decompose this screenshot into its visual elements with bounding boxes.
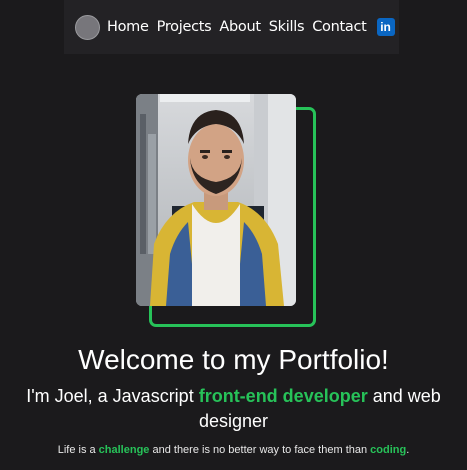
tagline: Life is a challenge and there is no bett… [0, 442, 467, 458]
avatar[interactable] [75, 14, 100, 40]
nav-link-home[interactable]: Home [107, 19, 149, 35]
nav-link-projects[interactable]: Projects [157, 19, 212, 35]
intro-prefix: I'm Joel, a Javascript [26, 386, 199, 406]
intro-text: I'm Joel, a Javascript front-end develop… [0, 384, 467, 434]
navbar: Home Projects About Skills Contact in [64, 0, 399, 54]
nav-link-skills[interactable]: Skills [269, 19, 305, 35]
tagline-middle: and there is no better way to face them … [149, 444, 371, 456]
linkedin-icon[interactable]: in [376, 18, 395, 36]
tagline-highlight-coding: coding [370, 444, 407, 456]
nav-link-about[interactable]: About [219, 19, 261, 35]
page-title: Welcome to my Portfolio! [78, 344, 389, 375]
nav-link-contact[interactable]: Contact [312, 19, 367, 35]
tagline-highlight-challenge: challenge [98, 444, 150, 456]
tagline-suffix: . [406, 444, 410, 456]
profile-photo [136, 94, 296, 306]
intro-highlight: front-end developer [198, 386, 368, 406]
tagline-prefix: Life is a [57, 444, 99, 456]
profile-photo-illustration [136, 94, 296, 306]
